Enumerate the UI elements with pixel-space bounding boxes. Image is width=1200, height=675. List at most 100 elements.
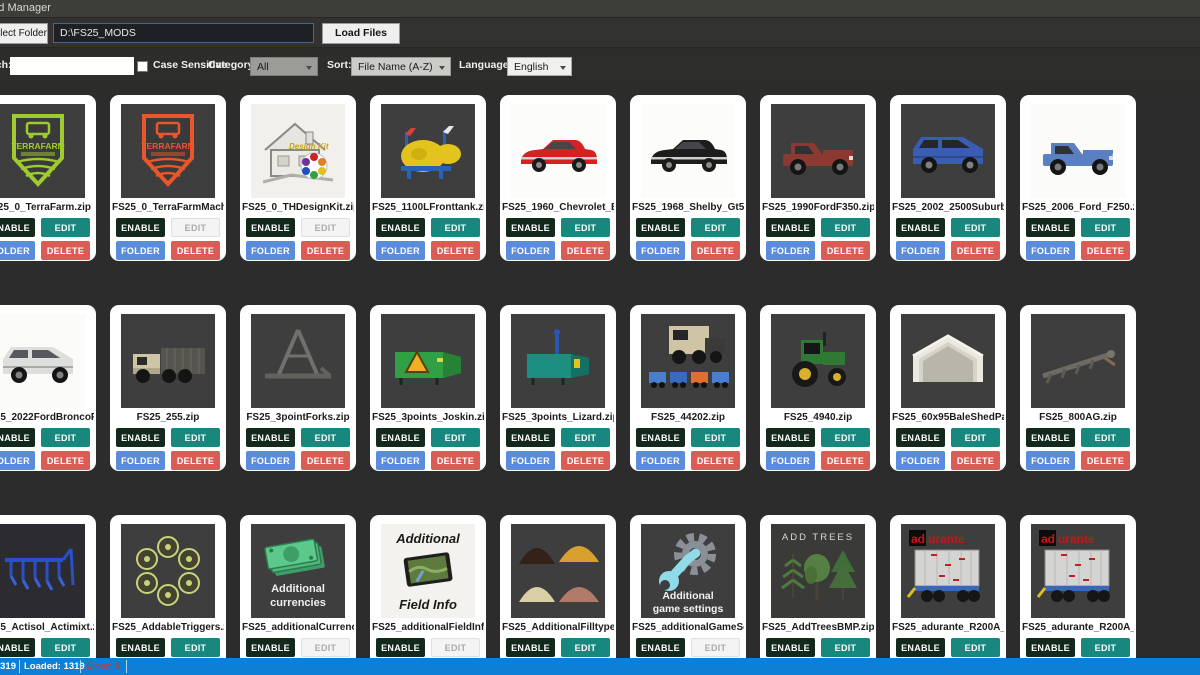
edit-button[interactable]: EDIT xyxy=(301,428,350,447)
edit-button[interactable]: EDIT xyxy=(41,638,90,657)
delete-button[interactable]: DELETE xyxy=(691,241,740,260)
case-sensitive-checkbox[interactable] xyxy=(137,61,148,72)
enable-button[interactable]: ENABLE xyxy=(896,638,945,657)
enable-button[interactable]: ENABLE xyxy=(246,428,295,447)
edit-button[interactable]: EDIT xyxy=(561,218,610,237)
delete-button[interactable]: DELETE xyxy=(301,451,350,470)
enable-button[interactable]: ENABLE xyxy=(506,218,555,237)
folder-button[interactable]: FOLDER xyxy=(0,451,35,470)
enable-button[interactable]: ENABLE xyxy=(766,638,815,657)
edit-button[interactable]: EDIT xyxy=(1081,218,1130,237)
delete-button[interactable]: DELETE xyxy=(951,241,1000,260)
delete-button[interactable]: DELETE xyxy=(821,241,870,260)
folder-button[interactable]: FOLDER xyxy=(116,451,165,470)
folder-button[interactable]: FOLDER xyxy=(0,241,35,260)
delete-button[interactable]: DELETE xyxy=(691,451,740,470)
enable-button[interactable]: ENABLE xyxy=(766,428,815,447)
delete-button[interactable]: DELETE xyxy=(301,241,350,260)
edit-button[interactable]: EDIT xyxy=(1081,638,1130,657)
folder-button[interactable]: FOLDER xyxy=(506,241,555,260)
enable-button[interactable]: ENABLE xyxy=(0,218,35,237)
delete-button[interactable]: DELETE xyxy=(821,451,870,470)
delete-button[interactable]: DELETE xyxy=(431,451,480,470)
folder-button[interactable]: FOLDER xyxy=(506,451,555,470)
delete-button[interactable]: DELETE xyxy=(561,451,610,470)
edit-button[interactable]: EDIT xyxy=(821,638,870,657)
edit-button[interactable]: EDIT xyxy=(821,428,870,447)
category-dropdown[interactable]: All xyxy=(250,57,318,76)
folder-button[interactable]: FOLDER xyxy=(636,451,685,470)
enable-button[interactable]: ENABLE xyxy=(896,428,945,447)
folder-button[interactable]: FOLDER xyxy=(766,241,815,260)
enable-button[interactable]: ENABLE xyxy=(376,638,425,657)
edit-button[interactable]: EDIT xyxy=(301,638,350,657)
delete-button[interactable]: DELETE xyxy=(41,451,90,470)
enable-button[interactable]: ENABLE xyxy=(246,218,295,237)
enable-button[interactable]: ENABLE xyxy=(506,428,555,447)
edit-button[interactable]: EDIT xyxy=(171,218,220,237)
edit-button[interactable]: EDIT xyxy=(951,218,1000,237)
edit-button[interactable]: EDIT xyxy=(171,638,220,657)
folder-button[interactable]: FOLDER xyxy=(636,241,685,260)
enable-button[interactable]: ENABLE xyxy=(0,428,35,447)
edit-button[interactable]: EDIT xyxy=(431,218,480,237)
enable-button[interactable]: ENABLE xyxy=(116,638,165,657)
edit-button[interactable]: EDIT xyxy=(41,218,90,237)
folder-path-input[interactable] xyxy=(53,23,314,43)
edit-button[interactable]: EDIT xyxy=(561,428,610,447)
folder-button[interactable]: FOLDER xyxy=(246,451,295,470)
delete-button[interactable]: DELETE xyxy=(951,451,1000,470)
enable-button[interactable]: ENABLE xyxy=(116,428,165,447)
edit-button[interactable]: EDIT xyxy=(561,638,610,657)
folder-button[interactable]: FOLDER xyxy=(1026,451,1075,470)
edit-button[interactable]: EDIT xyxy=(951,638,1000,657)
folder-button[interactable]: FOLDER xyxy=(376,241,425,260)
edit-button[interactable]: EDIT xyxy=(1081,428,1130,447)
enable-button[interactable]: ENABLE xyxy=(1026,428,1075,447)
delete-button[interactable]: DELETE xyxy=(431,241,480,260)
edit-button[interactable]: EDIT xyxy=(691,428,740,447)
enable-button[interactable]: ENABLE xyxy=(1026,638,1075,657)
sort-dropdown[interactable]: File Name (A-Z) xyxy=(351,57,451,76)
mod-card: FS25_60x95BaleShedPack_...ENABLEEDITFOLD… xyxy=(890,305,1006,471)
edit-button[interactable]: EDIT xyxy=(171,428,220,447)
edit-button[interactable]: EDIT xyxy=(431,428,480,447)
delete-button[interactable]: DELETE xyxy=(171,451,220,470)
enable-button[interactable]: ENABLE xyxy=(0,638,35,657)
delete-button[interactable]: DELETE xyxy=(1081,451,1130,470)
edit-button[interactable]: EDIT xyxy=(301,218,350,237)
delete-button[interactable]: DELETE xyxy=(41,241,90,260)
edit-button[interactable]: EDIT xyxy=(41,428,90,447)
folder-button[interactable]: FOLDER xyxy=(376,451,425,470)
folder-button[interactable]: FOLDER xyxy=(896,241,945,260)
enable-button[interactable]: ENABLE xyxy=(116,218,165,237)
select-folder-button[interactable]: Select Folder xyxy=(0,23,48,44)
enable-button[interactable]: ENABLE xyxy=(376,218,425,237)
folder-button[interactable]: FOLDER xyxy=(1026,241,1075,260)
delete-button[interactable]: DELETE xyxy=(561,241,610,260)
delete-button[interactable]: DELETE xyxy=(171,241,220,260)
edit-button[interactable]: EDIT xyxy=(691,638,740,657)
edit-button[interactable]: EDIT xyxy=(431,638,480,657)
folder-button[interactable]: FOLDER xyxy=(896,451,945,470)
load-files-button[interactable]: Load Files xyxy=(322,23,400,44)
enable-button[interactable]: ENABLE xyxy=(636,428,685,447)
enable-button[interactable]: ENABLE xyxy=(636,218,685,237)
enable-button[interactable]: ENABLE xyxy=(246,638,295,657)
enable-button[interactable]: ENABLE xyxy=(896,218,945,237)
enable-button[interactable]: ENABLE xyxy=(376,428,425,447)
folder-button[interactable]: FOLDER xyxy=(246,241,295,260)
edit-button[interactable]: EDIT xyxy=(691,218,740,237)
edit-button[interactable]: EDIT xyxy=(951,428,1000,447)
language-dropdown[interactable]: English xyxy=(507,57,572,76)
status-divider xyxy=(80,660,81,673)
folder-button[interactable]: FOLDER xyxy=(116,241,165,260)
delete-button[interactable]: DELETE xyxy=(1081,241,1130,260)
edit-button[interactable]: EDIT xyxy=(821,218,870,237)
enable-button[interactable]: ENABLE xyxy=(506,638,555,657)
search-input[interactable] xyxy=(10,57,134,75)
enable-button[interactable]: ENABLE xyxy=(766,218,815,237)
enable-button[interactable]: ENABLE xyxy=(1026,218,1075,237)
enable-button[interactable]: ENABLE xyxy=(636,638,685,657)
folder-button[interactable]: FOLDER xyxy=(766,451,815,470)
